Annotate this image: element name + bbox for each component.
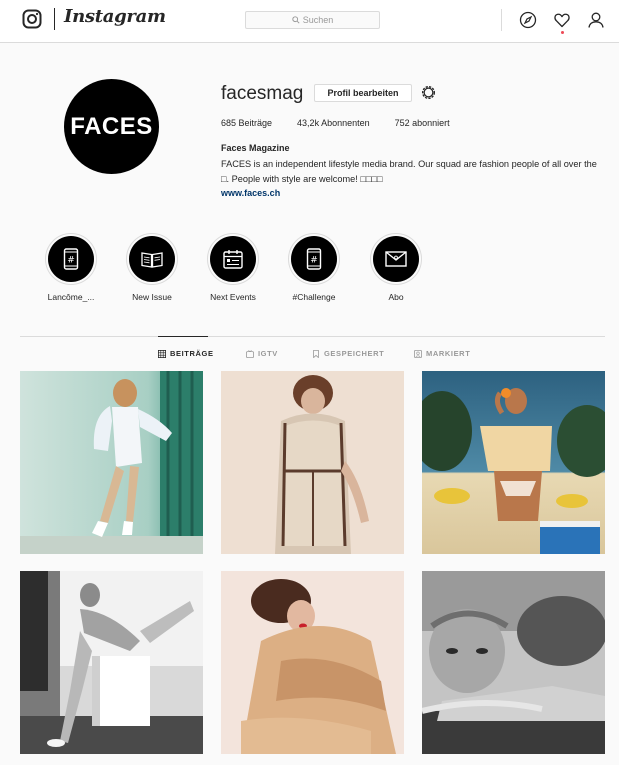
bio-website-link[interactable]: www.faces.ch <box>221 188 280 198</box>
envelope-icon <box>385 251 407 267</box>
tab-label: GESPEICHERT <box>324 349 385 358</box>
post-thumbnail[interactable] <box>221 571 404 754</box>
tab-saved[interactable]: GESPEICHERT <box>312 349 384 358</box>
search-placeholder: Suchen <box>302 15 334 25</box>
heart-icon[interactable] <box>553 11 571 29</box>
post-image <box>20 571 203 754</box>
svg-text:#: # <box>310 256 318 266</box>
calendar-icon <box>223 250 243 269</box>
post-image <box>20 371 203 554</box>
highlight-cover <box>373 236 419 282</box>
notification-dot <box>561 31 564 34</box>
post-image <box>221 371 404 554</box>
user-icon[interactable] <box>587 11 605 29</box>
highlight-ring <box>207 233 259 285</box>
open-magazine-icon <box>141 252 163 268</box>
instagram-wordmark[interactable]: Instagram <box>64 6 166 27</box>
avatar-logo-text: FACES <box>70 112 153 140</box>
highlight-challenge[interactable]: # #Challenge <box>274 233 354 302</box>
highlight-label: Next Events <box>210 292 256 302</box>
post-thumbnail[interactable] <box>20 571 203 754</box>
active-tab-indicator <box>158 336 208 337</box>
hashtag-phone-icon: # <box>306 248 322 270</box>
highlight-label: New Issue <box>132 292 172 302</box>
post-thumbnail[interactable] <box>422 371 605 554</box>
tab-label: IGTV <box>258 349 278 358</box>
followers-count[interactable]: 43,2k Abonnenten <box>297 118 370 128</box>
post-image <box>422 371 605 554</box>
tagged-icon <box>414 349 422 358</box>
highlight-lancome[interactable]: # Lancôme_... <box>31 233 111 302</box>
grid-icon <box>158 349 166 358</box>
bookmark-icon <box>313 349 319 358</box>
search-icon <box>292 16 300 24</box>
bio-description: FACES is an independent lifestyle media … <box>221 159 597 184</box>
tab-label: BEITRÄGE <box>170 349 214 358</box>
post-thumbnail[interactable] <box>221 371 404 554</box>
profile-stats: 685 Beiträge 43,2k Abonnenten 752 abonni… <box>221 118 475 128</box>
instagram-glyph-icon[interactable] <box>22 9 42 29</box>
tabs-divider <box>20 336 605 337</box>
highlight-cover <box>129 236 175 282</box>
post-thumbnail[interactable] <box>422 571 605 754</box>
highlight-ring <box>370 233 422 285</box>
settings-gear-icon[interactable] <box>420 84 437 101</box>
highlight-cover <box>210 236 256 282</box>
highlight-label: #Challenge <box>292 292 336 302</box>
profile-username: facesmag <box>221 83 304 104</box>
top-navigation: Instagram Suchen <box>0 0 619 43</box>
tab-tagged[interactable]: MARKIERT <box>414 349 470 358</box>
profile-avatar[interactable]: FACES <box>64 79 159 174</box>
compass-icon[interactable] <box>519 11 537 29</box>
nav-divider <box>501 9 502 31</box>
tab-igtv[interactable]: IGTV <box>246 349 278 358</box>
following-count[interactable]: 752 abonniert <box>395 118 450 128</box>
bio-full-name: Faces Magazine <box>221 143 290 153</box>
highlight-label: Lancôme_... <box>47 292 95 302</box>
highlight-abo[interactable]: Abo <box>356 233 436 302</box>
highlight-label: Abo <box>388 292 404 302</box>
tab-posts[interactable]: BEITRÄGE <box>158 349 214 358</box>
highlight-cover: # <box>291 236 337 282</box>
igtv-icon <box>246 349 254 358</box>
highlight-ring: # <box>288 233 340 285</box>
tab-label: MARKIERT <box>426 349 471 358</box>
logo-divider <box>54 8 55 30</box>
highlight-ring: # <box>45 233 97 285</box>
posts-count: 685 Beiträge <box>221 118 273 128</box>
post-thumbnail[interactable] <box>20 371 203 554</box>
highlight-new-issue[interactable]: New Issue <box>112 233 192 302</box>
edit-profile-button[interactable]: Profil bearbeiten <box>314 84 412 102</box>
svg-text:#: # <box>67 256 75 266</box>
hashtag-phone-icon: # <box>63 248 79 270</box>
search-input[interactable]: Suchen <box>245 11 380 29</box>
highlight-next-events[interactable]: Next Events <box>193 233 273 302</box>
highlight-ring <box>126 233 178 285</box>
post-image <box>221 571 404 754</box>
post-image <box>422 571 605 754</box>
highlight-cover: # <box>48 236 94 282</box>
